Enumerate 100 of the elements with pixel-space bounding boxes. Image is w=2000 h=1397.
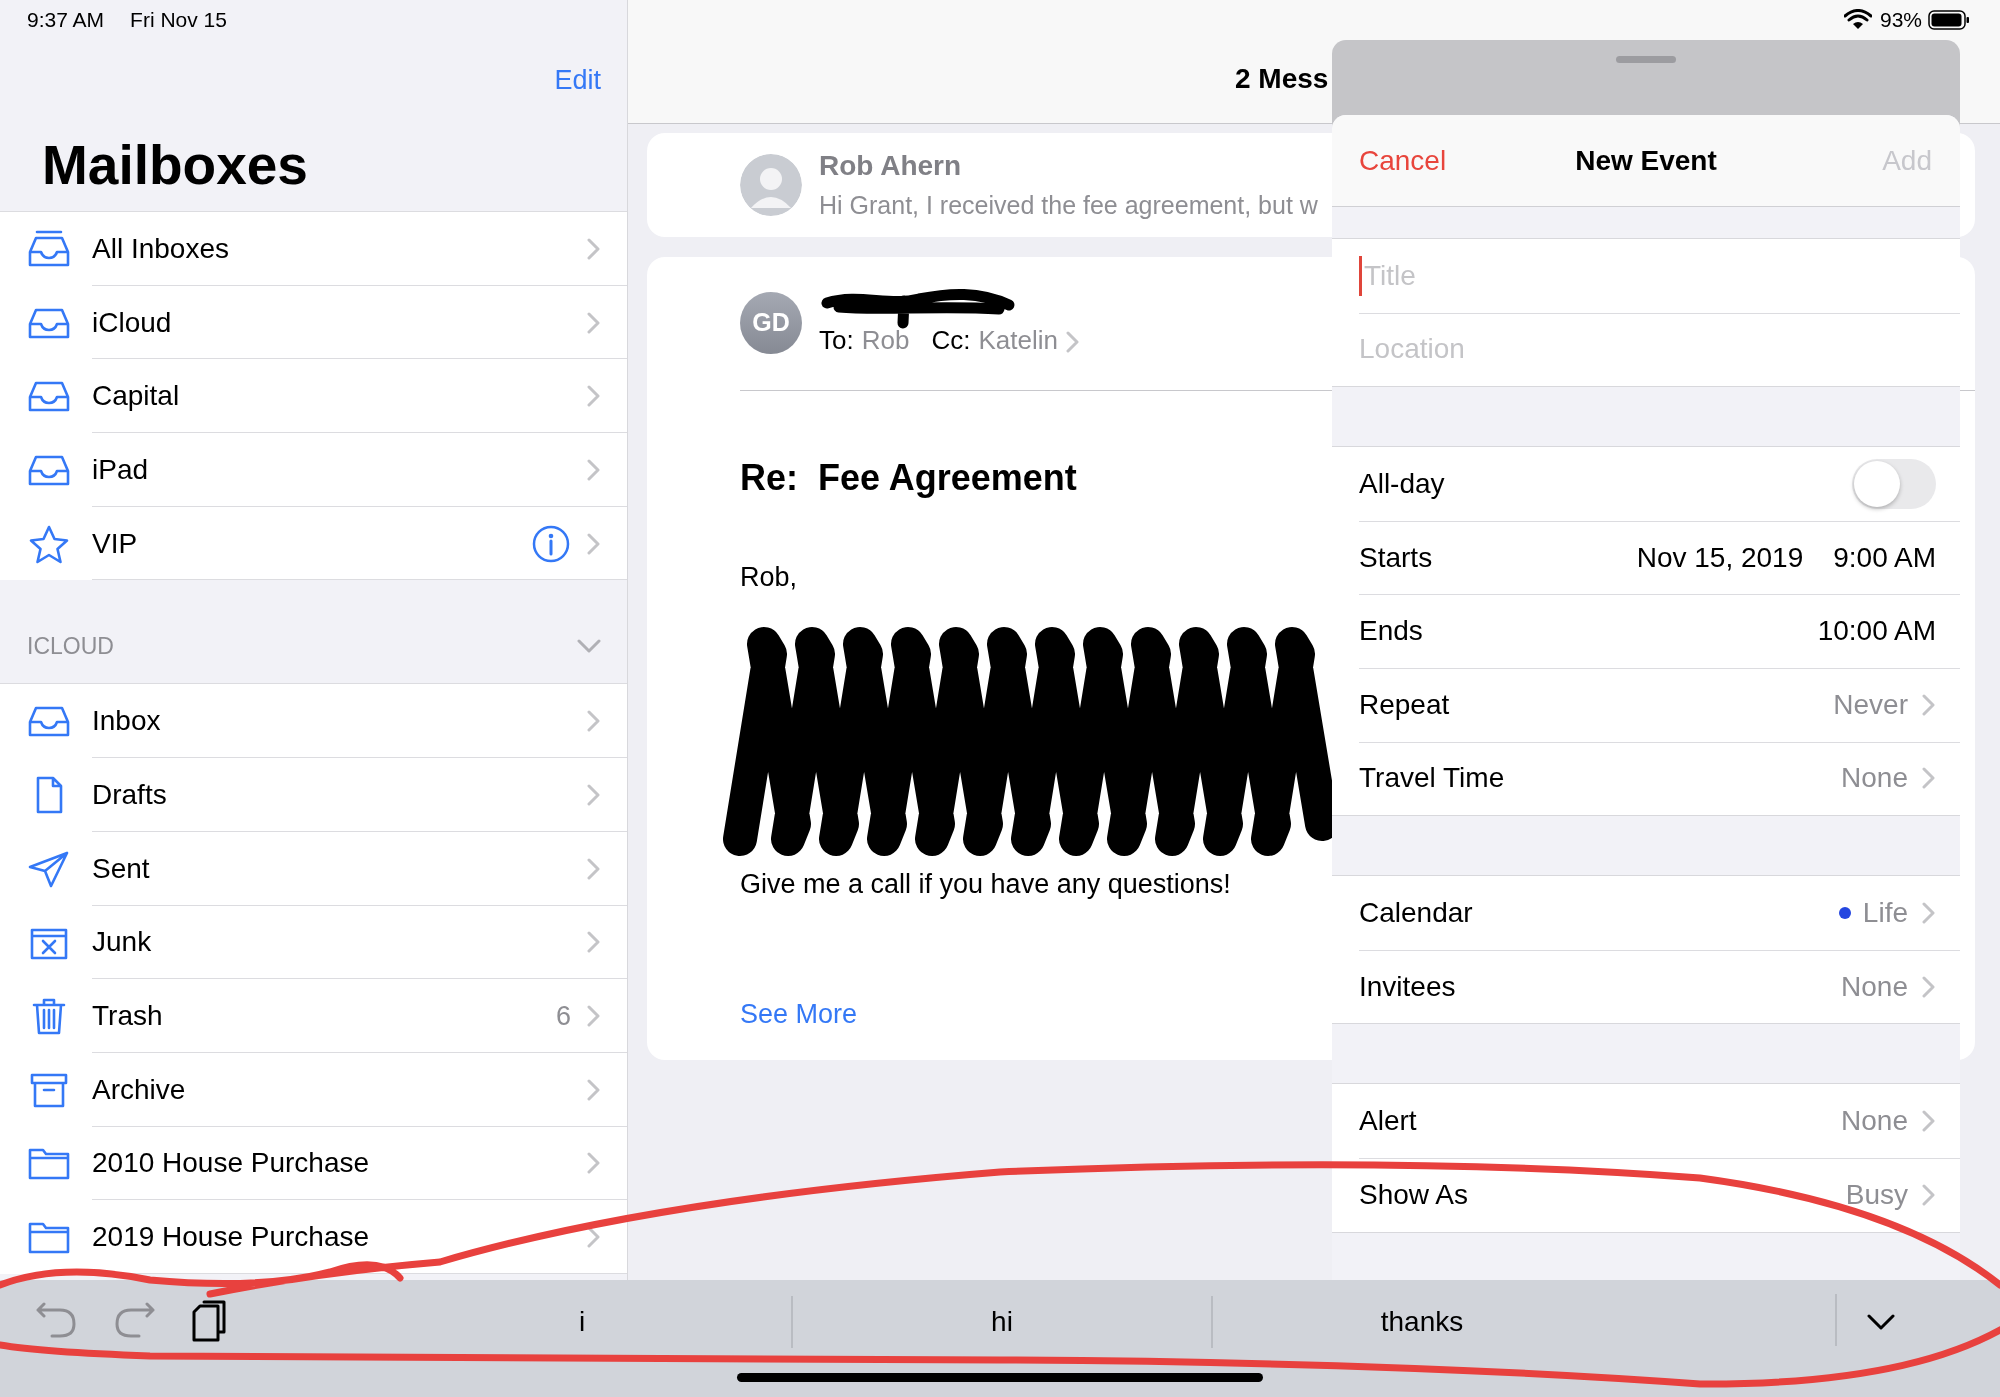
chevron-icon [587, 458, 601, 481]
section-header: ICLOUD [27, 631, 114, 661]
mailbox-label: Junk [92, 925, 153, 960]
cc-label: Cc: [931, 325, 971, 355]
mailbox-label: Drafts [92, 777, 168, 812]
chevron-icon [587, 532, 601, 555]
date-value[interactable]: Nov 15, 2019 [1636, 536, 1804, 579]
email-greeting: Rob, [740, 561, 798, 594]
mailbox-row[interactable]: Junk [0, 905, 627, 980]
mailbox-row[interactable]: Capital [0, 359, 627, 434]
row-value: None [1841, 1104, 1908, 1139]
row-label: Travel Time [1359, 761, 1506, 796]
sheet-title: New Event [1575, 143, 1717, 178]
cancel-button[interactable]: Cancel [1359, 139, 1447, 182]
chevron-icon [1922, 693, 1936, 716]
chevron-icon [587, 237, 601, 260]
mailbox-label: Capital [92, 379, 181, 414]
mailbox-label: iCloud [92, 305, 173, 340]
mailbox-label: Sent [92, 851, 151, 886]
mailbox-row[interactable]: Trash 6 [0, 979, 627, 1053]
status-date: Fri Nov 15 [130, 7, 227, 34]
chevron-icon [587, 1152, 601, 1175]
email-subject: Re: Fee Agreement [740, 456, 1077, 500]
grabber-handle[interactable] [1616, 56, 1676, 63]
mailbox-row[interactable]: VIP [0, 506, 627, 581]
inbox-stack-icon [26, 228, 72, 269]
mailbox-label: All Inboxes [92, 231, 230, 266]
chevron-icon [1922, 975, 1936, 998]
suggestion-button[interactable]: thanks [1213, 1294, 1631, 1350]
settings-row[interactable]: Alert None [1332, 1084, 1960, 1158]
mailbox-row[interactable]: 2010 House Purchase [0, 1126, 627, 1201]
battery-icon [1928, 10, 1970, 30]
mailbox-row[interactable]: Archive [0, 1052, 627, 1127]
chevron-icon [587, 857, 601, 880]
mailbox-row[interactable]: All Inboxes [0, 212, 627, 286]
chevron-icon [1922, 1110, 1936, 1133]
mailbox-label: Trash [92, 999, 164, 1034]
chevron-icon [1922, 901, 1936, 924]
chevron-icon [587, 783, 601, 806]
mailbox-label: Archive [92, 1072, 187, 1107]
row-label: Calendar [1359, 895, 1474, 930]
chevron-icon [587, 385, 601, 408]
info-icon[interactable] [531, 523, 571, 564]
chevron-icon [587, 931, 601, 954]
to-label: To: [819, 325, 854, 355]
see-more-link[interactable]: See More [740, 994, 858, 1035]
suggestion-button[interactable]: hi [793, 1294, 1211, 1350]
chevron-icon [1922, 1183, 1936, 1206]
wifi-icon [1843, 9, 1872, 31]
chevron-icon [1065, 331, 1080, 354]
chevron-icon [587, 710, 601, 733]
row-value: Busy [1845, 1177, 1908, 1212]
row-label: Starts [1359, 540, 1434, 575]
mailbox-row[interactable]: Drafts [0, 758, 627, 832]
mailbox-row[interactable]: iCloud [0, 285, 627, 360]
settings-row[interactable]: Show As Busy [1332, 1157, 1960, 1232]
collapse-chevron-icon[interactable] [577, 638, 601, 653]
thread-title: 2 Mess [1235, 63, 1329, 94]
row-value: None [1841, 761, 1908, 796]
dismiss-keyboard-icon[interactable] [1867, 1313, 1895, 1331]
row-label: Show As [1359, 1177, 1469, 1212]
status-time: 9:37 AM [27, 7, 105, 34]
chevron-icon [587, 311, 601, 334]
mailbox-row[interactable]: iPad [0, 433, 627, 507]
chevron-icon [587, 1226, 601, 1249]
mailbox-label: VIP [92, 526, 139, 561]
chevron-icon [587, 1005, 601, 1028]
row-label: All-day [1359, 467, 1446, 501]
row-value: Never [1833, 687, 1908, 722]
suggestion-button[interactable]: i [373, 1294, 791, 1350]
settings-row[interactable]: Calendar Life [1332, 876, 1960, 950]
mailbox-row[interactable]: Inbox [0, 684, 627, 759]
time-value[interactable]: 9:00 AM [1833, 536, 1936, 579]
email-body-text: Give me a call if you have any questions! [740, 867, 1231, 901]
mailbox-label: Inbox [92, 704, 162, 739]
row-value: None [1841, 969, 1908, 1004]
chevron-icon [1922, 767, 1936, 790]
row-label: Repeat [1359, 687, 1451, 722]
chevron-icon [587, 1078, 601, 1101]
mailbox-row[interactable]: 2019 House Purchase [0, 1200, 627, 1274]
sender-name: Rob Ahern [819, 149, 963, 184]
mailbox-label: iPad [92, 452, 150, 487]
row-label: Invitees [1359, 969, 1457, 1004]
settings-row[interactable]: Invitees None [1332, 949, 1960, 1024]
settings-row[interactable]: Repeat Never [1332, 667, 1960, 742]
battery-percent: 93% [1879, 7, 1922, 34]
avatar [740, 154, 802, 216]
unread-count: 6 [555, 999, 571, 1033]
mailbox-label: 2019 House Purchase [92, 1220, 371, 1255]
mailbox-row[interactable]: Sent [0, 831, 627, 906]
row-label: Alert [1359, 1104, 1418, 1139]
toggle-switch[interactable] [1852, 459, 1936, 509]
input-field[interactable]: Title [1359, 255, 1936, 296]
input-field[interactable]: Location [1359, 329, 1936, 370]
settings-row[interactable]: Travel Time None [1332, 741, 1960, 816]
avatar: GD [740, 291, 802, 354]
edit-link[interactable]: Edit [554, 59, 601, 101]
row-label: Ends [1359, 614, 1424, 649]
message-preview: Hi Grant, I received the fee agreement, but w [819, 190, 1318, 222]
time-value[interactable]: 10:00 AM [1817, 610, 1936, 653]
